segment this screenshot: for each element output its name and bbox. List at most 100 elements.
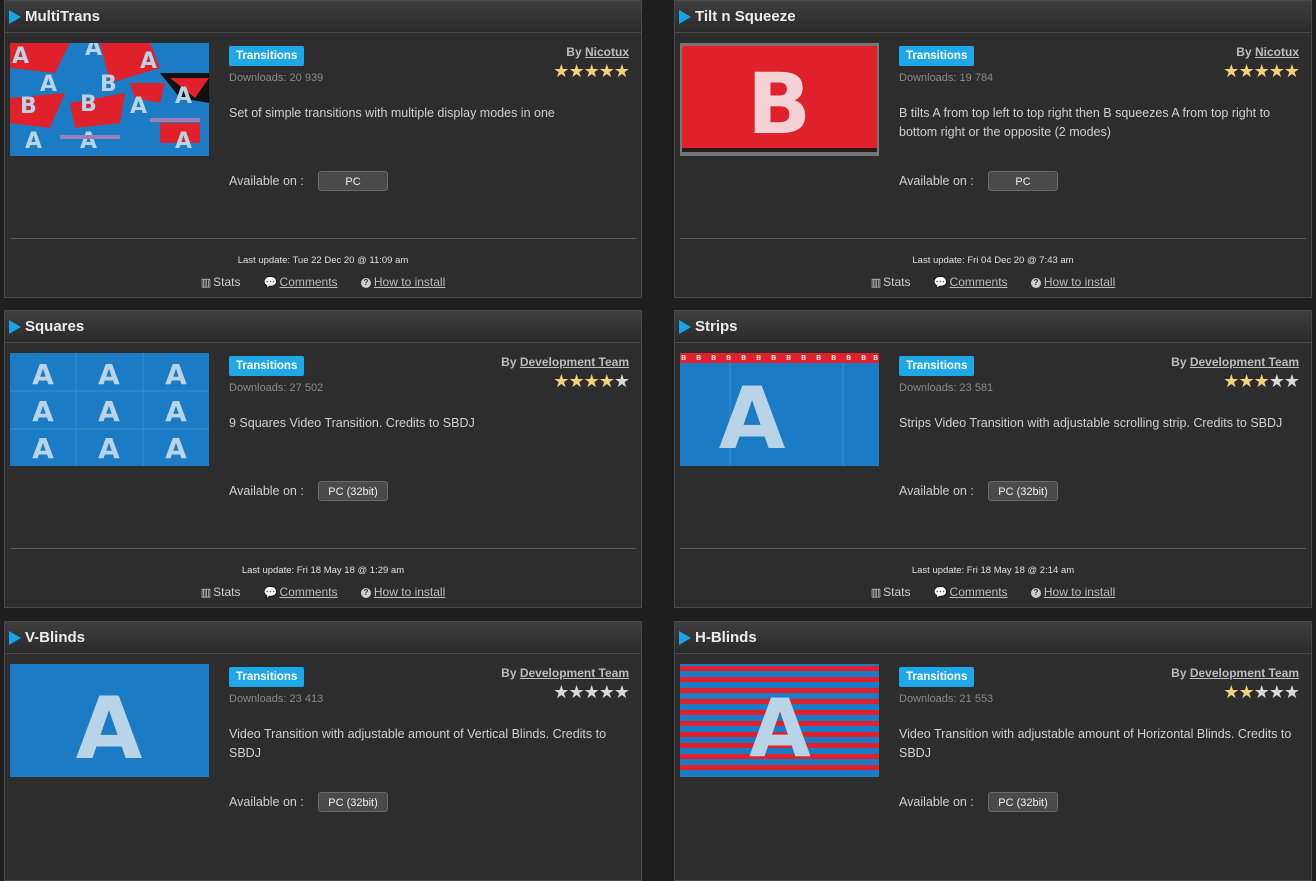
star-icon: ★ — [1238, 682, 1254, 702]
category-badge[interactable]: Transitions — [229, 667, 305, 687]
available-on-label: Available on : — [229, 795, 304, 809]
svg-text:B: B — [681, 354, 686, 362]
expand-triangle-icon[interactable] — [9, 319, 21, 334]
author-byline: By Nicotux — [1236, 45, 1299, 59]
stats-link[interactable]: ▥ Stats — [201, 585, 241, 599]
comments-link[interactable]: 💬 Comments — [934, 585, 1008, 599]
expand-triangle-icon[interactable] — [679, 319, 691, 334]
author-link[interactable]: Development Team — [520, 666, 629, 680]
author-link[interactable]: Development Team — [1190, 355, 1299, 369]
plugin-thumbnail[interactable]: A — [10, 664, 209, 777]
stats-link[interactable]: ▥ Stats — [201, 275, 241, 289]
card-header[interactable]: MultiTrans — [5, 1, 641, 33]
platform-button[interactable]: PC (32bit) — [988, 792, 1058, 812]
svg-text:B: B — [80, 92, 97, 117]
plugin-grid: MultiTrans AAA BBA AAA ABA Transitions D… — [0, 0, 1316, 881]
platform-button[interactable]: PC (32bit) — [988, 481, 1058, 501]
speech-bubble-icon: 💬 — [263, 587, 278, 599]
svg-text:A: A — [175, 84, 192, 109]
rating-stars: ★★★★★ — [553, 61, 630, 81]
star-icon: ★ — [553, 61, 569, 81]
how-to-install-link[interactable]: ? How to install — [360, 275, 445, 289]
comments-link[interactable]: 💬 Comments — [934, 275, 1008, 289]
card-header[interactable]: Tilt n Squeeze — [675, 1, 1311, 33]
plugin-description: 9 Squares Video Transition. Credits to S… — [229, 416, 475, 430]
stats-link[interactable]: ▥ Stats — [871, 585, 911, 599]
platform-button[interactable]: PC (32bit) — [318, 792, 388, 812]
available-on-label: Available on : — [899, 795, 974, 809]
author-link[interactable]: Nicotux — [585, 45, 629, 59]
category-badge[interactable]: Transitions — [899, 667, 975, 687]
rating-stars: ★★★★★ — [553, 371, 630, 391]
plugin-title[interactable]: MultiTrans — [25, 8, 100, 25]
download-count: Downloads: 20 939 — [229, 72, 324, 84]
card-header[interactable]: H-Blinds — [675, 622, 1311, 654]
available-on-label: Available on : — [899, 484, 974, 498]
card-header[interactable]: Squares — [5, 311, 641, 343]
star-icon: ★ — [598, 682, 615, 702]
author-link[interactable]: Development Team — [520, 355, 629, 369]
comments-link[interactable]: 💬 Comments — [264, 585, 338, 599]
plugin-thumbnail[interactable]: AAA AAA AAA — [10, 353, 209, 466]
expand-triangle-icon[interactable] — [679, 9, 691, 24]
svg-text:B: B — [786, 354, 791, 362]
how-to-install-link[interactable]: ? How to install — [360, 585, 445, 599]
card-header[interactable]: Strips — [675, 311, 1311, 343]
svg-text:B: B — [816, 354, 821, 362]
plugin-title[interactable]: V-Blinds — [25, 629, 85, 646]
divider — [10, 238, 636, 239]
expand-triangle-icon[interactable] — [679, 630, 691, 645]
category-badge[interactable]: Transitions — [899, 356, 975, 376]
plugin-thumbnail[interactable]: BBBB BBBB BBBB BB A — [680, 353, 879, 466]
platform-button[interactable]: PC — [988, 171, 1058, 191]
star-icon: ★ — [613, 371, 630, 391]
svg-text:B: B — [696, 354, 701, 362]
expand-triangle-icon[interactable] — [9, 630, 21, 645]
category-badge[interactable]: Transitions — [229, 356, 305, 376]
plugin-title[interactable]: H-Blinds — [695, 629, 757, 646]
author-link[interactable]: Development Team — [1190, 666, 1299, 680]
how-to-install-link[interactable]: ? How to install — [1030, 585, 1115, 599]
star-icon: ★ — [598, 61, 615, 81]
plugin-thumbnail[interactable]: A — [680, 664, 879, 777]
question-circle-icon: ? — [360, 588, 371, 598]
comments-link[interactable]: 💬 Comments — [264, 275, 338, 289]
speech-bubble-icon: 💬 — [933, 277, 948, 289]
stats-link[interactable]: ▥ Stats — [871, 275, 911, 289]
last-update: Last update: Fri 18 May 18 @ 1:29 am — [241, 565, 405, 576]
category-badge[interactable]: Transitions — [229, 46, 305, 66]
star-icon: ★ — [1268, 61, 1285, 81]
by-label: By — [1171, 355, 1187, 369]
expand-triangle-icon[interactable] — [9, 9, 21, 24]
plugin-thumbnail[interactable]: B — [680, 43, 879, 156]
speech-bubble-icon: 💬 — [933, 587, 948, 599]
divider — [10, 548, 636, 549]
svg-text:B: B — [100, 72, 117, 97]
download-count: Downloads: 19 784 — [899, 72, 994, 84]
plugin-title[interactable]: Tilt n Squeeze — [695, 8, 796, 25]
star-icon: ★ — [1223, 682, 1239, 702]
plugin-card: MultiTrans AAA BBA AAA ABA Transitions D… — [4, 0, 642, 298]
star-icon: ★ — [568, 61, 584, 81]
svg-text:A: A — [719, 369, 786, 466]
how-to-install-link[interactable]: ? How to install — [1030, 275, 1115, 289]
card-footer: ▥ Stats 💬 Comments ? How to install — [5, 585, 641, 599]
platform-button[interactable]: PC — [318, 171, 388, 191]
author-link[interactable]: Nicotux — [1255, 45, 1299, 59]
star-icon: ★ — [1283, 682, 1300, 702]
platform-button[interactable]: PC (32bit) — [318, 481, 388, 501]
plugin-title[interactable]: Squares — [25, 318, 84, 335]
question-circle-icon: ? — [1030, 588, 1041, 598]
plugin-thumbnail[interactable]: AAA BBA AAA ABA — [10, 43, 209, 156]
plugin-description: Strips Video Transition with adjustable … — [899, 416, 1283, 430]
download-count: Downloads: 23 581 — [899, 382, 994, 394]
author-byline: By Development Team — [1171, 666, 1299, 680]
plugin-title[interactable]: Strips — [695, 318, 738, 335]
last-update: Last update: Fri 04 Dec 20 @ 7:43 am — [912, 255, 1074, 266]
card-header[interactable]: V-Blinds — [5, 622, 641, 654]
category-badge[interactable]: Transitions — [899, 46, 975, 66]
star-icon: ★ — [613, 61, 630, 81]
available-on-label: Available on : — [229, 174, 304, 188]
rating-stars: ★★★★★ — [1223, 682, 1300, 702]
svg-text:A: A — [130, 94, 147, 119]
